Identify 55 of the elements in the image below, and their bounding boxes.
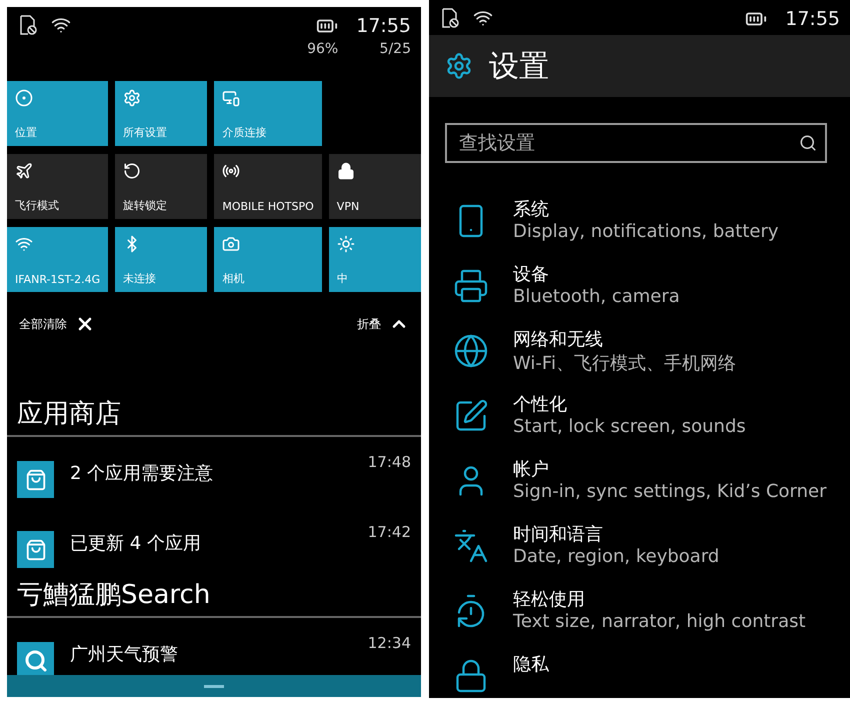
clock-time: 17:55 [356,15,411,37]
notification-time: 12:34 [368,634,411,654]
setting-title[interactable]: 轻松使用 [513,587,806,611]
notification-time: 17:48 [368,453,411,473]
setting-title[interactable]: 帐户 [513,457,826,481]
notification-time: 17:42 [368,523,411,543]
setting-title[interactable]: 设备 [513,262,680,286]
store-app-icon [17,531,54,568]
wifi-icon [15,235,33,253]
printer-icon [453,268,489,304]
setting-subtitle: Text size, narrator, high contrast [513,611,806,632]
notification-title[interactable]: 2 个应用需要注意 [70,461,352,485]
setting-subtitle: Display, notifications, battery [513,221,779,242]
group-title: 亏鰽猛鹏Search [7,577,421,618]
gear-icon [445,52,473,80]
notification-title[interactable]: 已更新 4 个应用 [70,531,352,555]
search-icon [799,134,817,152]
sim-blocked-icon [441,8,459,28]
setting-title[interactable]: 个性化 [513,392,746,416]
lock-icon [336,162,355,180]
clock-time: 17:55 [785,8,840,30]
clear-all-button[interactable]: 全部清除 [17,312,97,336]
setting-title[interactable]: 时间和语言 [513,522,720,546]
sim-blocked-icon [19,15,37,35]
sun-icon [336,235,355,253]
collapse-button[interactable]: 折叠 [355,312,411,336]
group-title: 应用商店 [7,396,421,437]
handle-icon[interactable] [204,684,224,688]
airplane-icon [15,162,33,180]
quick-action-tile[interactable]: MOBILE HOTSPO [214,154,322,219]
battery-percent: 96% [307,41,338,57]
setting-subtitle: Sign-in, sync settings, Kid’s Corner [513,481,826,502]
quick-action-tile[interactable]: VPN [328,154,421,219]
rotation-icon [123,162,142,180]
date-text: 5/25 [380,41,411,57]
setting-title[interactable]: 系统 [513,197,779,221]
notification-title[interactable]: 广州天气预警 [70,642,352,666]
setting-subtitle: Wi-Fi、飞行模式、手机网络 [513,352,736,375]
target-icon [15,89,33,107]
setting-subtitle: Date, region, keyboard [513,546,720,567]
setting-title[interactable]: 网络和无线 [513,327,736,351]
setting-title[interactable]: 隐私 [513,652,549,676]
globe-icon [453,333,489,369]
search-field[interactable]: 查找设置 [445,123,827,163]
setting-subtitle: Bluetooth, camera [513,286,680,307]
camera-icon [222,235,240,253]
broadcast-icon [222,162,240,180]
gear-icon [123,89,142,107]
store-app-icon [17,461,54,498]
page-title: 设置 [489,48,549,86]
screens-icon [222,89,240,107]
language-icon [453,528,489,564]
quick-action-tile[interactable]: 飞行模式 [7,154,108,219]
setting-subtitle: Start, lock screen, sounds [513,416,746,437]
quick-action-tile[interactable]: 旋转锁定 [115,154,208,219]
